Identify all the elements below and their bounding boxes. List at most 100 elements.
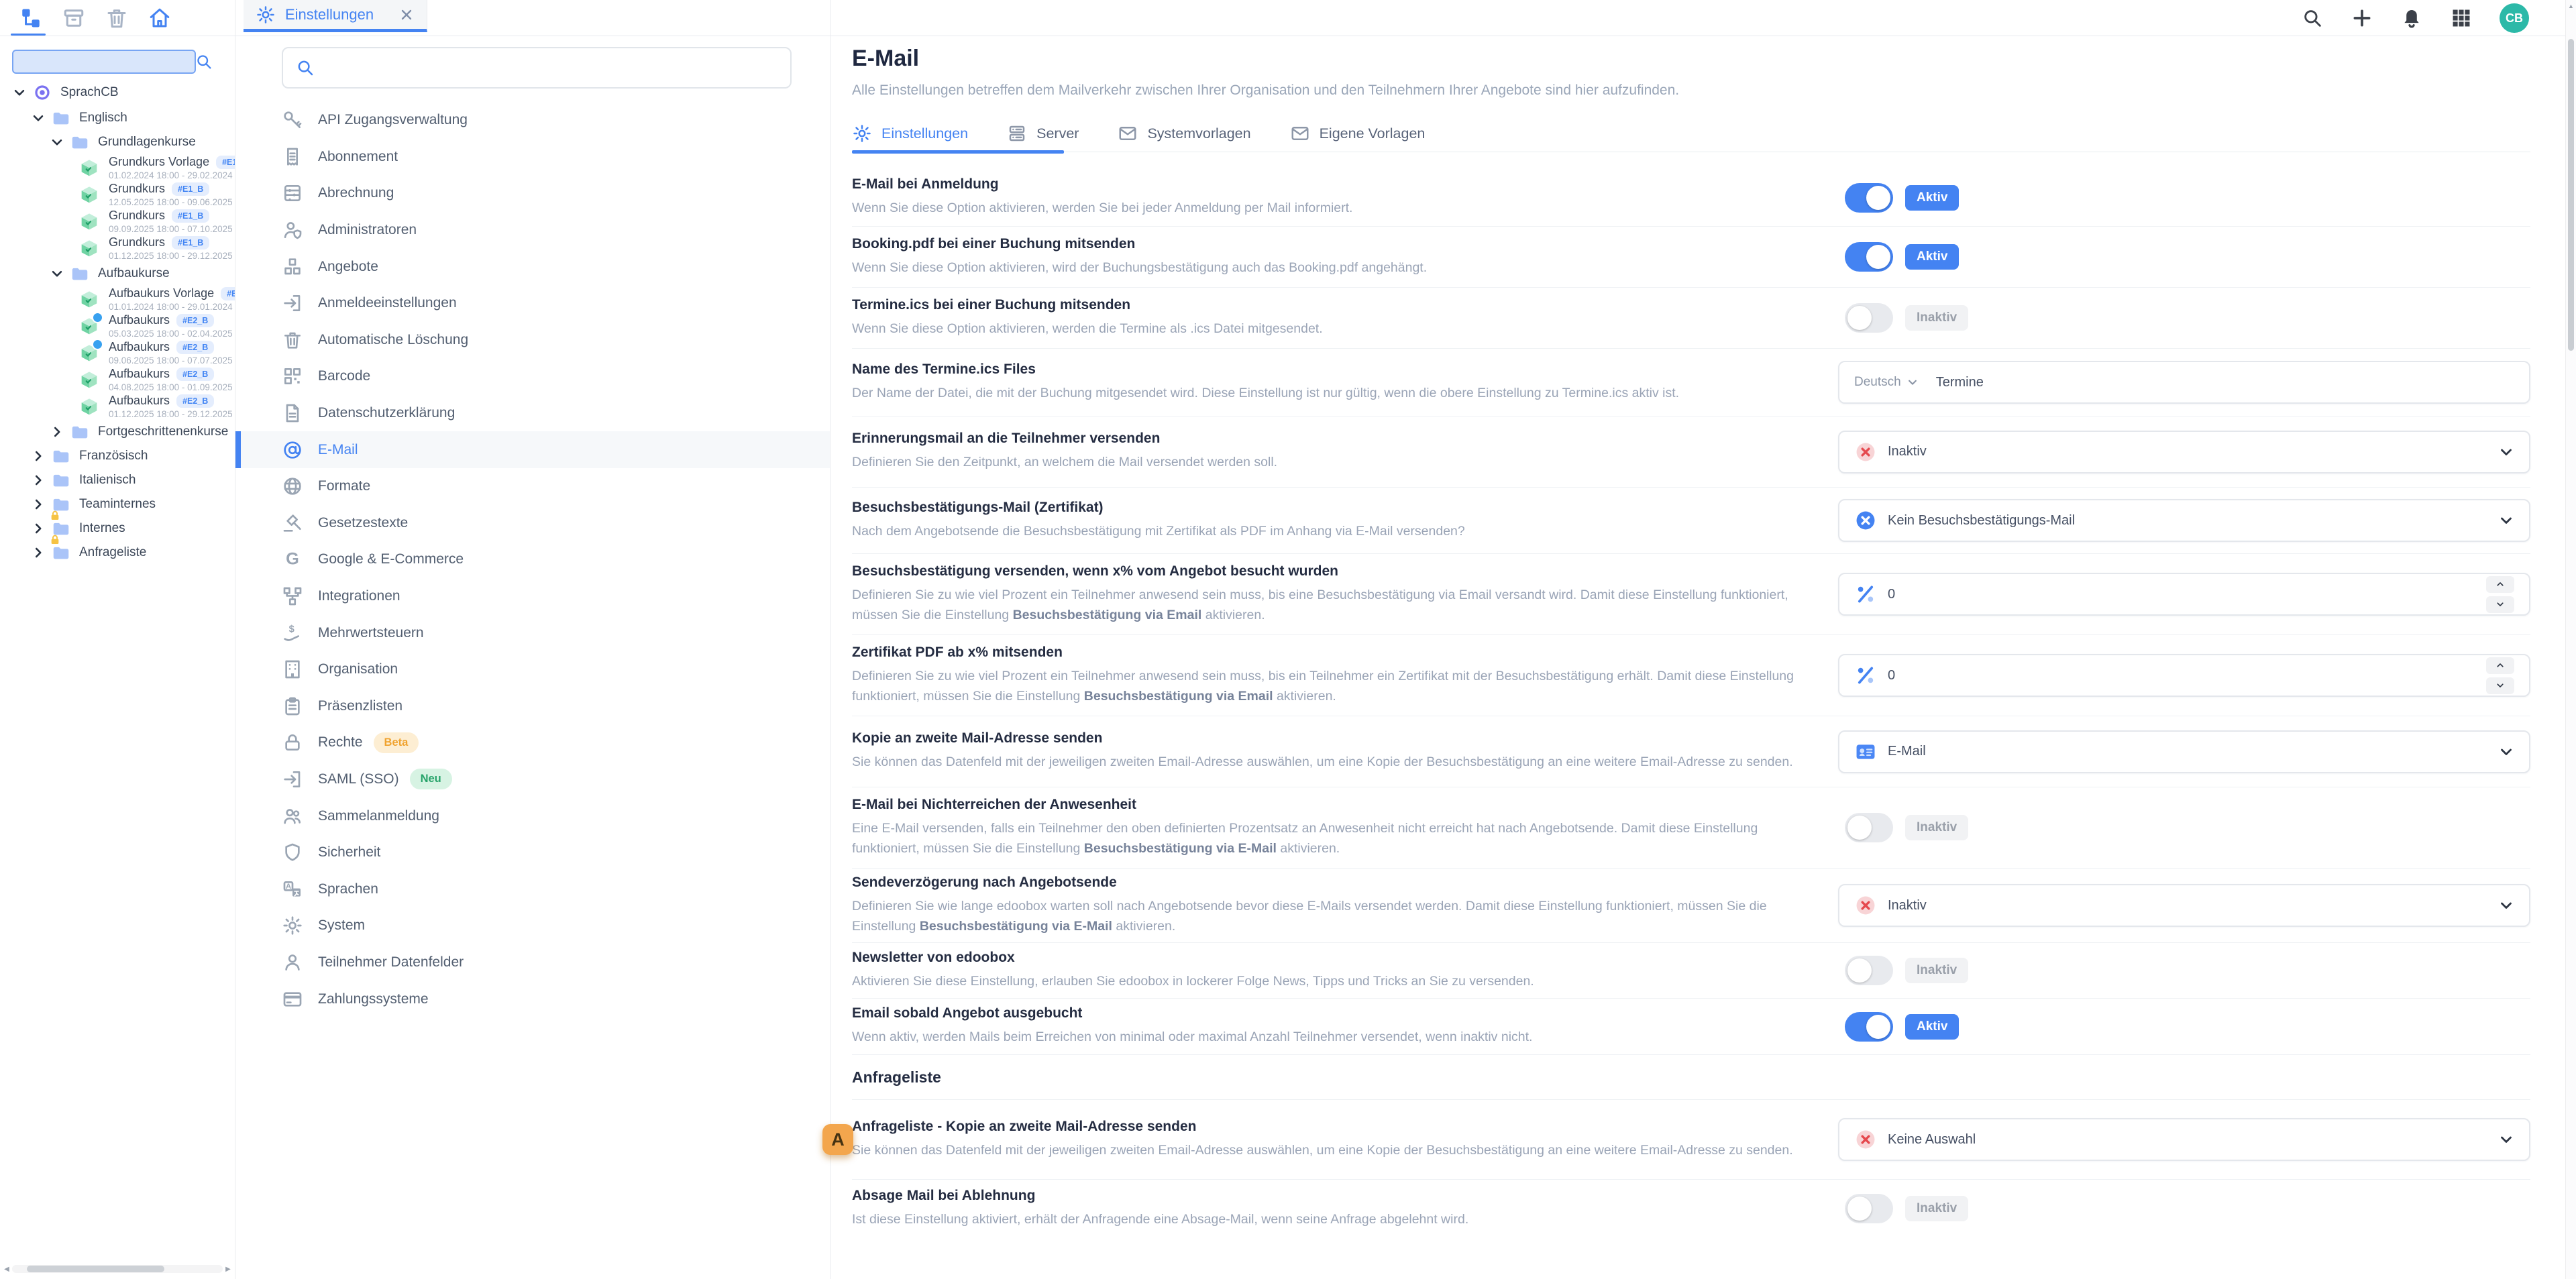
tree-folder-italienisch[interactable]: Italienisch xyxy=(0,468,235,492)
stepper-up-icon[interactable] xyxy=(2486,657,2514,674)
select-dropdown[interactable]: E-Mail xyxy=(1838,730,2530,773)
tree-folder-französisch[interactable]: Französisch xyxy=(0,444,235,468)
tree-root-sprachcb[interactable]: SprachCB xyxy=(0,79,235,106)
tree-course-item[interactable]: Aufbaukurs#E2_B01.12.2025 18:00 - 29.12.… xyxy=(0,393,235,420)
language-selector[interactable]: Deutsch xyxy=(1854,375,1919,390)
tree-folder-grundlagenkurse[interactable]: Grundlagenkurse xyxy=(0,130,235,154)
toggle-switch[interactable] xyxy=(1845,1012,1893,1042)
tree-course-item[interactable]: Aufbaukurs#E2_B04.08.2025 18:00 - 01.09.… xyxy=(0,366,235,393)
chevron-right-icon[interactable] xyxy=(31,497,46,512)
tree-course-item[interactable]: Aufbaukurs#E2_B09.06.2025 18:00 - 07.07.… xyxy=(0,339,235,366)
scrollbar-thumb[interactable] xyxy=(2568,39,2574,351)
settings-search[interactable] xyxy=(282,47,792,89)
tree-course-item[interactable]: Grundkurs Vorlage#E1_B01.02.2024 18:00 -… xyxy=(0,154,235,181)
sidebar-item-sprachen[interactable]: ASprachen xyxy=(235,871,830,907)
notifications-icon[interactable] xyxy=(2400,7,2423,30)
tab-einstellungen[interactable]: Einstellungen xyxy=(852,122,968,152)
scroll-right-icon[interactable]: ▶ xyxy=(223,1266,233,1273)
search-icon[interactable] xyxy=(195,52,213,71)
tree-course-item[interactable]: Grundkurs#E1_B01.12.2025 18:00 - 29.12.2… xyxy=(0,235,235,262)
trash-icon[interactable] xyxy=(105,6,129,30)
chevron-right-icon[interactable] xyxy=(31,521,46,536)
tree-course-item[interactable]: Grundkurs#E1_B12.05.2025 18:00 - 09.06.2… xyxy=(0,181,235,208)
sidebar-item-datenschutzerkl-rung[interactable]: Datenschutzerklärung xyxy=(235,395,830,432)
sidebar-item-google-e-commerce[interactable]: GGoogle & E-Commerce xyxy=(235,541,830,578)
sidebar-item-gesetzestexte[interactable]: Gesetzestexte xyxy=(235,505,830,542)
home-icon[interactable] xyxy=(148,6,172,30)
number-input[interactable]: 0 xyxy=(1838,573,2530,616)
stepper-down-icon[interactable] xyxy=(2486,596,2514,613)
sidebar-item-sicherheit[interactable]: Sicherheit xyxy=(235,834,830,871)
chevron-down-icon[interactable] xyxy=(31,111,46,125)
tree-view-icon[interactable] xyxy=(19,6,43,30)
scroll-left-icon[interactable]: ◀ xyxy=(1,1266,12,1273)
sidebar-item-anmeldeeinstellungen[interactable]: Anmeldeeinstellungen xyxy=(235,285,830,322)
chevron-down-icon[interactable] xyxy=(50,266,64,281)
select-dropdown[interactable]: Keine Auswahl xyxy=(1838,1118,2530,1161)
tab-systemvorlagen[interactable]: Systemvorlagen xyxy=(1118,122,1250,152)
sidebar-item-abrechnung[interactable]: Abrechnung xyxy=(235,175,830,212)
toggle-switch[interactable] xyxy=(1845,183,1893,213)
sidebar-item-teilnehmer-datenfelder[interactable]: Teilnehmer Datenfelder xyxy=(235,944,830,981)
tree-folder-englisch[interactable]: Englisch xyxy=(0,106,235,130)
tab-eigene-vorlagen[interactable]: Eigene Vorlagen xyxy=(1290,122,1426,152)
stepper-up-icon[interactable] xyxy=(2486,576,2514,593)
sidebar-item-barcode[interactable]: Barcode xyxy=(235,358,830,395)
close-icon[interactable] xyxy=(398,7,415,23)
apps-grid-icon[interactable] xyxy=(2450,7,2473,30)
toggle-switch[interactable] xyxy=(1845,303,1893,333)
sidebar-item-sammelanmeldung[interactable]: Sammelanmeldung xyxy=(235,797,830,834)
chevron-down-icon[interactable] xyxy=(50,135,64,150)
sidebar-item-saml-sso-[interactable]: SAML (SSO)Neu xyxy=(235,761,830,798)
tree-folder-fortgeschrittenenkurse[interactable]: Fortgeschrittenenkurse xyxy=(0,420,235,444)
sidebar-item-mehrwertsteuern[interactable]: $Mehrwertsteuern xyxy=(235,614,830,651)
tree-folder-internes[interactable]: Internes xyxy=(0,516,235,541)
tree-search-input[interactable] xyxy=(12,50,196,74)
chevron-down-icon[interactable] xyxy=(12,85,27,100)
sidebar-item-formate[interactable]: Formate xyxy=(235,468,830,505)
scrollbar-track[interactable] xyxy=(12,1265,223,1273)
sidebar-item-api-zugangsverwaltung[interactable]: API Zugangsverwaltung xyxy=(235,102,830,139)
add-icon[interactable] xyxy=(2351,7,2373,30)
chevron-right-icon[interactable] xyxy=(31,545,46,560)
tree-folder-anfrageliste[interactable]: Anfrageliste xyxy=(0,541,235,565)
page-scrollbar[interactable]: ▲ xyxy=(2565,0,2576,1279)
archive-icon[interactable] xyxy=(62,6,86,30)
tree-folder-teaminternes[interactable]: Teaminternes xyxy=(0,492,235,516)
settings-search-input[interactable] xyxy=(325,60,778,76)
tree-course-item[interactable]: Grundkurs#E1_B09.09.2025 18:00 - 07.10.2… xyxy=(0,208,235,235)
toggle-switch[interactable] xyxy=(1845,956,1893,985)
sidebar-item-administratoren[interactable]: Administratoren xyxy=(235,212,830,249)
number-input[interactable]: 0 xyxy=(1838,654,2530,697)
sidebar-item-e-mail[interactable]: E-Mail xyxy=(235,431,830,468)
chevron-right-icon[interactable] xyxy=(31,449,46,463)
tree-course-item[interactable]: Aufbaukurs Vorlage#E2_B01.01.2024 18:00 … xyxy=(0,286,235,313)
sidebar-item-abonnement[interactable]: Abonnement xyxy=(235,139,830,176)
select-dropdown[interactable]: Inaktiv xyxy=(1838,884,2530,927)
toggle-switch[interactable] xyxy=(1845,813,1893,842)
sidebar-item-pr-senzlisten[interactable]: Präsenzlisten xyxy=(235,688,830,725)
tree-folder-aufbaukurse[interactable]: Aufbaukurse xyxy=(0,262,235,286)
sidebar-item-rechte[interactable]: RechteBeta xyxy=(235,724,830,761)
select-dropdown[interactable]: Inaktiv xyxy=(1838,431,2530,474)
sidebar-item-organisation[interactable]: Organisation xyxy=(235,651,830,688)
toggle-switch[interactable] xyxy=(1845,1194,1893,1223)
select-dropdown[interactable]: Kein Besuchsbestätigungs-Mail xyxy=(1838,499,2530,542)
avatar[interactable]: CB xyxy=(2500,3,2529,33)
sidebar-item-system[interactable]: System xyxy=(235,907,830,944)
scrollbar-thumb[interactable] xyxy=(27,1266,164,1272)
tab-server[interactable]: Server xyxy=(1007,122,1079,152)
sidebar-item-angebote[interactable]: Angebote xyxy=(235,248,830,285)
sidebar-item-integrationen[interactable]: Integrationen xyxy=(235,578,830,615)
sidebar-item-zahlungssysteme[interactable]: Zahlungssysteme xyxy=(235,981,830,1017)
tab-einstellungen[interactable]: Einstellungen xyxy=(244,0,427,32)
chevron-right-icon[interactable] xyxy=(50,425,64,439)
tree-course-item[interactable]: Aufbaukurs#E2_B05.03.2025 18:00 - 02.04.… xyxy=(0,313,235,339)
scroll-up-icon[interactable]: ▲ xyxy=(2566,3,2576,9)
sidebar-item-automatische-l-schung[interactable]: Automatische Löschung xyxy=(235,322,830,359)
toggle-switch[interactable] xyxy=(1845,242,1893,272)
filename-input[interactable]: DeutschTermine xyxy=(1838,361,2530,404)
search-icon[interactable] xyxy=(2301,7,2324,30)
stepper-down-icon[interactable] xyxy=(2486,677,2514,694)
chevron-right-icon[interactable] xyxy=(31,473,46,488)
